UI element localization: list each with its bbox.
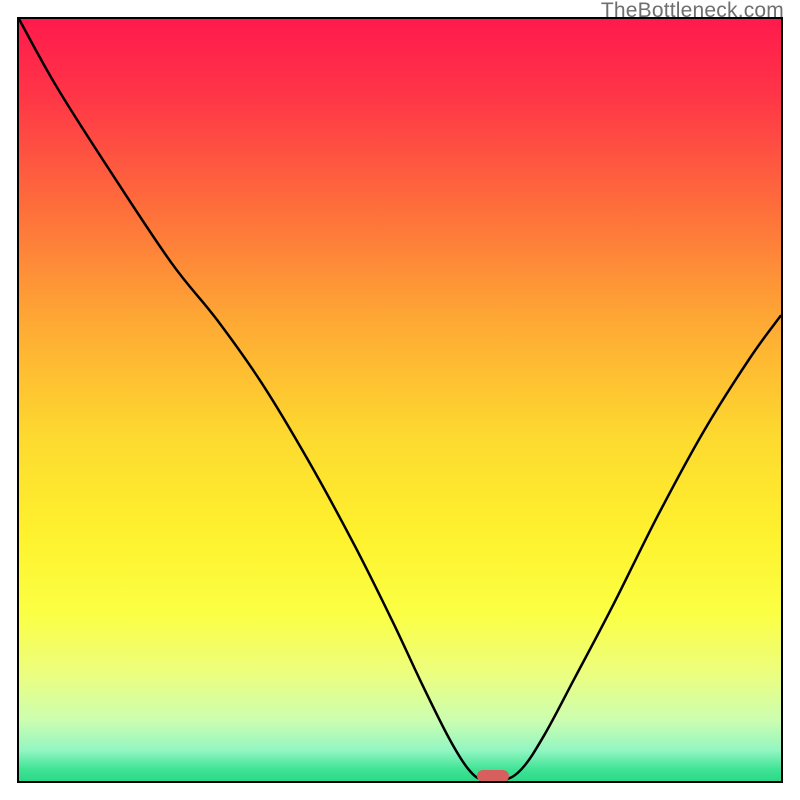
bottleneck-curve	[19, 19, 781, 781]
optimal-marker	[477, 770, 509, 781]
watermark-text: TheBottleneck.com	[601, 0, 784, 23]
chart-frame	[17, 17, 783, 783]
